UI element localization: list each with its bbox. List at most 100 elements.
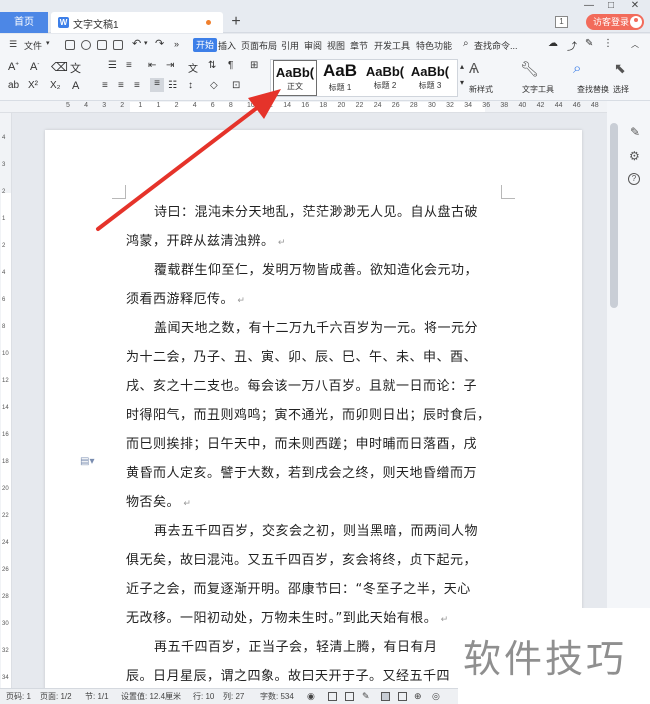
chevron-down-icon[interactable]: ▾: [46, 39, 50, 47]
outline-view-icon[interactable]: [328, 692, 337, 701]
reading-view-icon[interactable]: [345, 692, 354, 701]
superscript-icon[interactable]: X²: [28, 80, 38, 91]
horizontal-ruler[interactable]: 5 4 3 2 1 1 2 4 6 8 10 12 14 16 18 20 22 24 26 28 30 32 34 36 38…: [0, 101, 607, 113]
export-pdf-icon[interactable]: [81, 40, 91, 50]
numbered-list-icon[interactable]: ≡: [126, 60, 132, 71]
menu-insert[interactable]: 插入: [218, 39, 236, 52]
minimize-icon[interactable]: —: [582, 0, 596, 12]
sort-icon[interactable]: ⇅: [208, 60, 216, 71]
menu-references[interactable]: 引用: [281, 39, 299, 52]
find-replace-button[interactable]: ⌕ 查找替换: [573, 60, 609, 94]
decrease-font-icon[interactable]: A-: [30, 61, 39, 73]
status-row[interactable]: 行: 10: [193, 691, 214, 702]
border-icon[interactable]: ⊡: [232, 80, 240, 91]
command-search[interactable]: 查找命令...: [474, 39, 518, 52]
save-icon[interactable]: [65, 40, 75, 50]
print-preview-icon[interactable]: [113, 40, 123, 50]
page-view-icon[interactable]: [381, 692, 390, 701]
undo-icon[interactable]: ↶: [132, 37, 141, 50]
line-spacing-icon[interactable]: ↕: [188, 80, 193, 91]
paragraph[interactable]: 诗曰：混沌未分天地乱，茫茫渺渺无人见。自从盘古破 鸿蒙，开辟从兹清浊辨。 ↵: [126, 198, 504, 258]
status-section[interactable]: 节: 1/1: [85, 691, 109, 702]
status-pages[interactable]: 页面: 1/2: [40, 691, 72, 702]
align-center-icon[interactable]: ≡: [118, 80, 124, 91]
align-right-icon[interactable]: ≡: [134, 80, 140, 91]
help-icon[interactable]: ?: [628, 173, 640, 185]
status-col[interactable]: 列: 27: [223, 691, 244, 702]
style-heading-3[interactable]: AaBb( 标题 3: [409, 60, 451, 96]
eye-protect-icon[interactable]: ◉: [307, 691, 315, 702]
status-word-count[interactable]: 字数: 534: [260, 691, 294, 702]
file-menu[interactable]: 文件: [24, 39, 42, 52]
show-marks-icon[interactable]: ¶: [228, 60, 233, 71]
shading-icon[interactable]: ◇: [210, 80, 218, 91]
adjust-icon[interactable]: ⚙: [629, 149, 640, 163]
table-icon[interactable]: ⊞: [250, 60, 258, 71]
home-tab[interactable]: 首页: [0, 12, 48, 33]
select-button[interactable]: ⬉ 选择: [613, 60, 629, 94]
style-normal[interactable]: AaBb( 正文: [273, 60, 317, 96]
hamburger-icon[interactable]: ☰: [9, 39, 17, 50]
subscript-icon[interactable]: X₂: [50, 80, 61, 91]
clear-format-icon[interactable]: ⌫: [51, 60, 68, 74]
line-text: 鸿蒙，开辟从兹清浊辨。: [126, 234, 275, 249]
paragraph-layout-icon[interactable]: ▤▾: [80, 456, 94, 467]
redo-icon[interactable]: ↷: [155, 37, 164, 50]
share-icon[interactable]: ⤴: [567, 38, 577, 53]
document-tab[interactable]: W 文字文稿1: [51, 12, 223, 33]
search-icon[interactable]: ⌕: [463, 38, 469, 49]
menu-chapter[interactable]: 章节: [350, 39, 368, 52]
collapse-ribbon-icon[interactable]: ︿: [631, 39, 639, 50]
paragraph[interactable]: 覆载群生仰至仁，发明万物皆成善。欲知造化会元功， 须看西游释厄传。 ↵: [126, 256, 504, 316]
menu-features[interactable]: 特色功能: [416, 39, 452, 52]
document-canvas[interactable]: 诗曰：混沌未分天地乱，茫茫渺渺无人见。自从盘古破 鸿蒙，开辟从兹清浊辨。 ↵ 覆载群…: [12, 113, 607, 700]
decrease-indent-icon[interactable]: ⇤: [148, 60, 156, 71]
style-heading-2[interactable]: AaBb( 标题 2: [363, 60, 407, 96]
justify-icon[interactable]: ≡: [150, 78, 164, 92]
paragraph[interactable]: 再去五千四百岁，交亥会之初，则当黑暗，而两间人物 俱无矣，故曰混沌。又五千四百岁，…: [126, 517, 504, 635]
status-page-number[interactable]: 页码: 1: [6, 691, 31, 702]
menu-developer[interactable]: 开发工具: [374, 39, 410, 52]
distributed-icon[interactable]: ☷: [168, 80, 177, 91]
increase-font-icon[interactable]: A+: [8, 61, 19, 73]
unsaved-dot-icon[interactable]: [206, 20, 211, 25]
gallery-scroll-up-icon[interactable]: ▴: [460, 62, 464, 71]
web-view-icon[interactable]: [398, 692, 407, 701]
close-icon[interactable]: ✕: [628, 0, 642, 12]
maximize-icon[interactable]: □: [604, 0, 618, 12]
cloud-icon[interactable]: ☁: [548, 38, 558, 49]
new-tab-button[interactable]: +: [228, 13, 244, 31]
strikethrough-icon[interactable]: ab: [8, 80, 19, 91]
chinese-layout-icon[interactable]: 文: [188, 60, 198, 75]
font-color-icon[interactable]: A: [72, 80, 79, 92]
eye-icon[interactable]: ◎: [432, 691, 440, 702]
paragraph[interactable]: 盖闻天地之数，有十二万九千六百岁为一元。将一元分 为十二会，乃子、丑、寅、卯、辰、…: [126, 314, 504, 519]
comment-icon[interactable]: ✎: [585, 38, 593, 49]
ruler-number: 2: [174, 102, 179, 109]
write-mode-icon[interactable]: ✎: [362, 691, 370, 702]
phonetic-icon[interactable]: 文: [70, 60, 81, 76]
pen-icon[interactable]: ✎: [630, 125, 640, 139]
bullet-list-icon[interactable]: ☰: [108, 60, 117, 71]
vertical-ruler[interactable]: 4 3 2 1 2 4 6 8 10 12 14 16 18 20 22 24 26 28 30 32 34: [0, 113, 12, 688]
menu-view[interactable]: 视图: [327, 39, 345, 52]
undo-dropdown-icon[interactable]: ▾: [144, 39, 148, 47]
print-icon[interactable]: [97, 40, 107, 50]
align-left-icon[interactable]: ≡: [102, 80, 108, 91]
window-count-badge[interactable]: 1: [555, 16, 568, 28]
more-icon[interactable]: ⋮: [603, 38, 613, 49]
status-set-value[interactable]: 设置值: 12.4厘米: [121, 691, 181, 702]
globe-icon[interactable]: ⊕: [414, 691, 422, 702]
increase-indent-icon[interactable]: ⇥: [166, 60, 174, 71]
text-tools-button[interactable]: 🔧︎ 文字工具: [520, 60, 554, 94]
style-heading-1[interactable]: AaB 标题 1: [319, 60, 361, 96]
ruler-number: 36: [482, 102, 491, 109]
menu-start[interactable]: 开始: [193, 38, 218, 52]
vertical-scrollbar[interactable]: [610, 123, 618, 308]
more-chevron-icon[interactable]: »: [174, 39, 179, 49]
new-style-button[interactable]: Ѧ 新样式: [469, 60, 493, 94]
menu-review[interactable]: 审阅: [304, 39, 322, 52]
visitor-login-button[interactable]: 访客登录: [586, 14, 644, 30]
menu-page-layout[interactable]: 页面布局: [241, 39, 277, 52]
paragraph[interactable]: 再五千四百岁，正当子会，轻清上腾，有日有月 辰。日月星辰，谓之四象。故曰天开于子。…: [126, 633, 504, 691]
